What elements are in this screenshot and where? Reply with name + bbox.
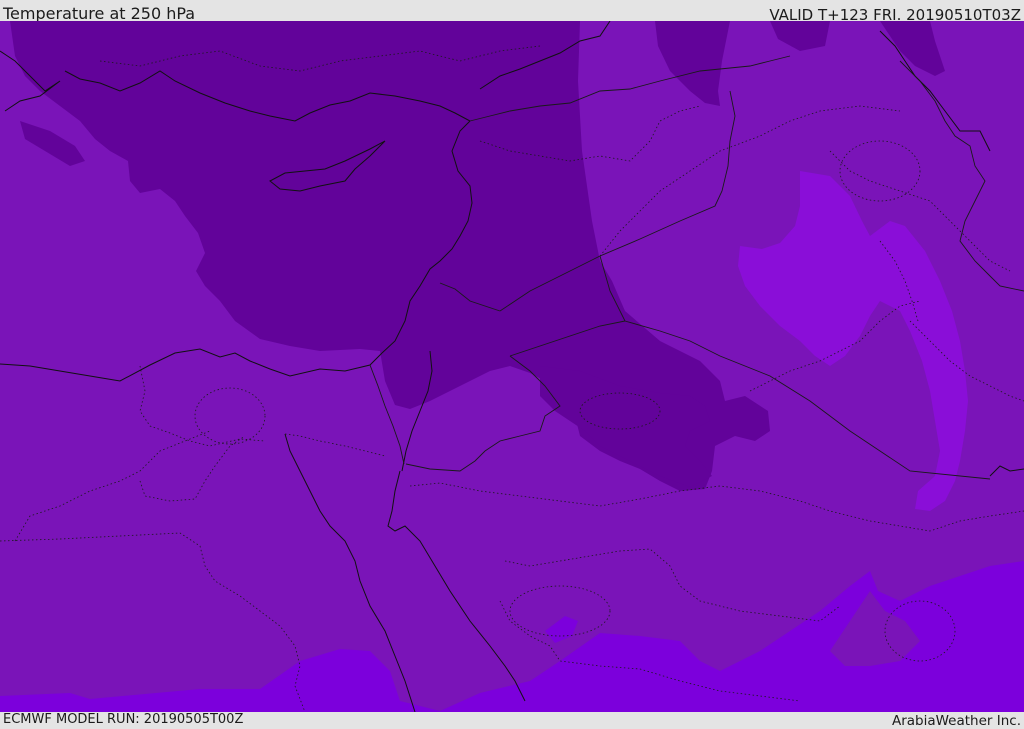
forecast-map-frame: Temperature at 250 hPa VALID T+123 FRI. …	[0, 0, 1024, 729]
model-run-label: ECMWF MODEL RUN: 20190505T00Z	[3, 712, 244, 727]
credit-label: ArabiaWeather Inc.	[891, 713, 1021, 729]
temperature-map	[0, 21, 1024, 712]
map-panel	[0, 21, 1024, 712]
